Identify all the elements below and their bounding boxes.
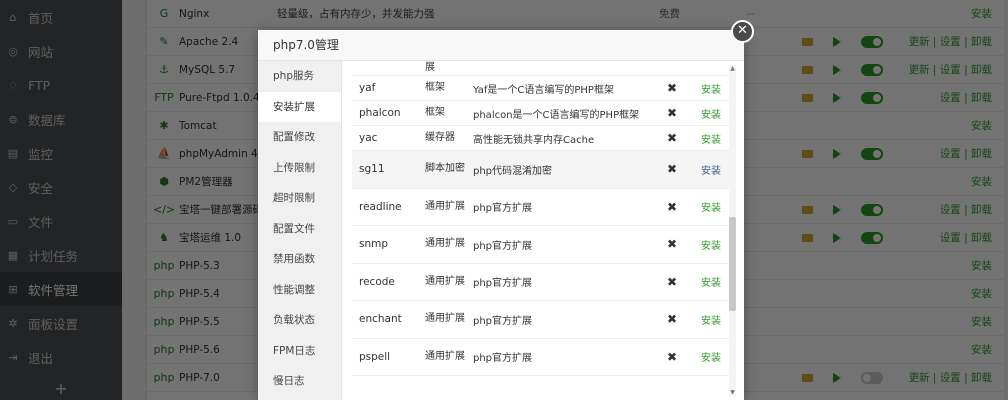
tab-item[interactable]: FPM日志 — [258, 336, 341, 367]
scrollbar[interactable]: ▲ ▼ — [729, 65, 736, 397]
extension-table: 展 yaf 框架 Yaf是一个C语言编写的PHP框架 ✖ 安装 phalcon 框架 phalc… — [352, 61, 734, 376]
tab-item[interactable]: 上传限制 — [258, 153, 341, 184]
ext-desc: php官方扩展 — [473, 315, 533, 327]
not-installed-icon: ✖ — [666, 162, 678, 177]
not-installed-icon: ✖ — [666, 199, 678, 214]
ext-type: 通用扩展 — [425, 275, 465, 287]
not-installed-icon: ✖ — [666, 81, 678, 95]
install-button[interactable]: 安装 — [691, 237, 731, 252]
table-row: yac 缓存器 高性能无锁共享内存Cache ✖ 安装 — [352, 126, 734, 151]
ext-desc: phalcon是一个C语言编写的PHP框架 — [473, 109, 640, 121]
install-button[interactable]: 安装 — [691, 199, 731, 214]
scroll-thumb[interactable] — [729, 217, 736, 311]
table-row: snmp 通用扩展 php官方扩展 ✖ 安装 — [352, 226, 734, 264]
ext-name: recode — [359, 275, 395, 288]
not-installed-icon: ✖ — [666, 274, 678, 289]
tab-item[interactable]: 安装扩展 — [258, 91, 341, 122]
ext-type: 通用扩展 — [425, 350, 465, 362]
install-button[interactable]: 安装 — [691, 274, 731, 289]
ext-type: 通用扩展 — [425, 200, 465, 212]
close-icon[interactable]: ✕ — [731, 20, 754, 43]
scroll-down-arrow-icon[interactable]: ▼ — [729, 389, 736, 397]
table-row: sg11 脚本加密 php代码混淆加密 ✖ 安装 — [352, 151, 734, 189]
ext-name: snmp — [359, 238, 389, 251]
ext-type: 脚本加密 — [425, 163, 465, 175]
ext-name: yac — [359, 132, 378, 144]
ext-name: phalcon — [359, 107, 401, 119]
install-button[interactable]: 安装 — [691, 131, 731, 146]
table-row: recode 通用扩展 php官方扩展 ✖ 安装 — [352, 264, 734, 301]
not-installed-icon: ✖ — [666, 349, 678, 364]
ext-desc: php官方扩展 — [473, 240, 533, 252]
install-button[interactable]: 安装 — [691, 349, 731, 364]
tab-item[interactable]: php服务 — [258, 61, 341, 92]
php-manage-modal: php7.0管理 php服务 安装扩展 配置修改 上传限制 超时限制 配置文件 禁用函数 性能… — [258, 30, 744, 400]
ext-desc: php官方扩展 — [473, 353, 533, 365]
install-button[interactable]: 安装 — [691, 106, 731, 121]
ext-desc: php官方扩展 — [473, 278, 533, 290]
ext-name: readline — [359, 200, 402, 213]
ext-type: 框架 — [425, 107, 445, 118]
install-button[interactable]: 安装 — [691, 162, 731, 177]
install-button[interactable]: 安装 — [691, 81, 731, 96]
tab-item[interactable]: 超时限制 — [258, 183, 341, 214]
ext-name: enchant — [359, 313, 402, 326]
tab-item[interactable]: 禁用函数 — [258, 244, 341, 275]
tab-item[interactable]: 配置修改 — [258, 122, 341, 153]
extension-list: 展 yaf 框架 Yaf是一个C语言编写的PHP框架 ✖ 安装 phalcon 框架 phalc… — [342, 61, 744, 400]
ext-type: 缓存器 — [425, 132, 455, 143]
ext-desc: php官方扩展 — [473, 203, 533, 215]
table-row: pspell 通用扩展 php官方扩展 ✖ 安装 — [352, 339, 734, 376]
table-row: readline 通用扩展 php官方扩展 ✖ 安装 — [352, 189, 734, 226]
tab-item[interactable]: 配置文件 — [258, 214, 341, 245]
table-row: phalcon 框架 phalcon是一个C语言编写的PHP框架 ✖ 安装 — [352, 101, 734, 126]
ext-name: sg11 — [359, 163, 385, 176]
tab-item[interactable]: 负载状态 — [258, 305, 341, 336]
modal-title: php7.0管理 — [258, 30, 744, 61]
ext-type: 框架 — [425, 82, 445, 93]
install-button[interactable]: 安装 — [691, 312, 731, 327]
ext-type: 展 — [425, 62, 435, 73]
ext-type: 通用扩展 — [425, 238, 465, 250]
ext-name: pspell — [359, 350, 391, 363]
tab-item[interactable]: 慢日志 — [258, 366, 341, 397]
tab-item[interactable]: 性能调整 — [258, 275, 341, 306]
scroll-up-arrow-icon[interactable]: ▲ — [729, 65, 736, 73]
table-row: yaf 框架 Yaf是一个C语言编写的PHP框架 ✖ 安装 — [352, 76, 734, 101]
ext-desc: 高性能无锁共享内存Cache — [473, 134, 595, 146]
ext-type: 通用扩展 — [425, 313, 465, 325]
modal-tabs: php服务 安装扩展 配置修改 上传限制 超时限制 配置文件 禁用函数 性能调整 负载状态 FPM… — [258, 61, 342, 400]
not-installed-icon: ✖ — [666, 312, 678, 327]
table-row: enchant 通用扩展 php官方扩展 ✖ 安装 — [352, 301, 734, 339]
table-row-partial: 展 — [352, 61, 734, 76]
ext-desc: php代码混淆加密 — [473, 165, 553, 177]
not-installed-icon: ✖ — [666, 131, 678, 145]
not-installed-icon: ✖ — [666, 106, 678, 120]
not-installed-icon: ✖ — [666, 237, 678, 252]
ext-desc: Yaf是一个C语言编写的PHP框架 — [473, 84, 614, 96]
ext-name: yaf — [359, 82, 376, 94]
modal-body: php服务 安装扩展 配置修改 上传限制 超时限制 配置文件 禁用函数 性能调整 负载状态 FPM… — [258, 61, 744, 400]
